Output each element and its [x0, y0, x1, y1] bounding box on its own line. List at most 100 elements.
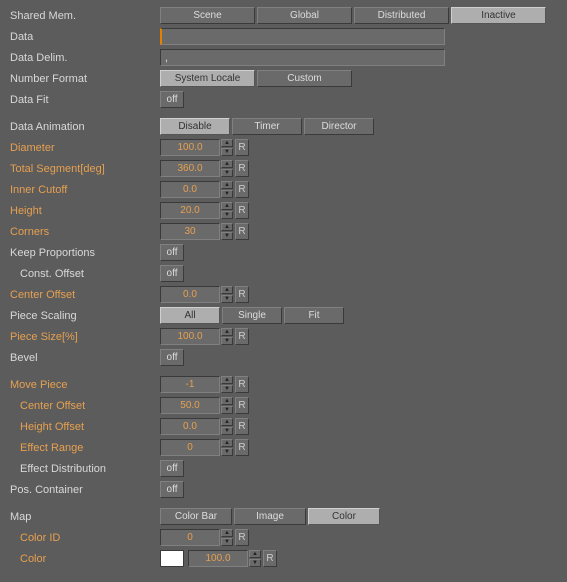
height-value[interactable]: 20.0 [160, 202, 220, 219]
mp-center-offset-label: Center Offset [10, 400, 160, 412]
data-fit-toggle[interactable]: off [160, 91, 184, 108]
height-reset[interactable]: R [235, 202, 249, 219]
shared-mem-distributed[interactable]: Distributed [354, 7, 449, 24]
pos-container-label: Pos. Container [10, 484, 160, 496]
piece-scaling-label: Piece Scaling [10, 310, 160, 322]
const-offset-label: Const. Offset [10, 268, 160, 280]
mp-height-offset-up[interactable]: ▲ [221, 418, 233, 426]
diameter-reset[interactable]: R [235, 139, 249, 156]
color-down[interactable]: ▼ [249, 559, 261, 567]
mp-effect-dist-toggle[interactable]: off [160, 460, 184, 477]
corners-label: Corners [10, 226, 160, 238]
inner-cutoff-value[interactable]: 0.0 [160, 181, 220, 198]
height-label: Height [10, 205, 160, 217]
inner-cutoff-down[interactable]: ▼ [221, 190, 233, 198]
keep-proportions-toggle[interactable]: off [160, 244, 184, 261]
bevel-label: Bevel [10, 352, 160, 364]
data-animation-disable[interactable]: Disable [160, 118, 230, 135]
piece-size-label: Piece Size[%] [10, 331, 160, 343]
mp-height-offset-reset[interactable]: R [235, 418, 249, 435]
mp-center-offset-down[interactable]: ▼ [221, 406, 233, 414]
mp-center-offset-reset[interactable]: R [235, 397, 249, 414]
color-value[interactable]: 100.0 [188, 550, 248, 567]
inner-cutoff-up[interactable]: ▲ [221, 181, 233, 189]
move-piece-reset[interactable]: R [235, 376, 249, 393]
color-id-value[interactable]: 0 [160, 529, 220, 546]
color-up[interactable]: ▲ [249, 550, 261, 558]
color-id-up[interactable]: ▲ [221, 529, 233, 537]
piece-size-down[interactable]: ▼ [221, 337, 233, 345]
move-piece-up[interactable]: ▲ [221, 376, 233, 384]
move-piece-value[interactable]: -1 [160, 376, 220, 393]
piece-scaling-single[interactable]: Single [222, 307, 282, 324]
diameter-value[interactable]: 100.0 [160, 139, 220, 156]
data-fit-label: Data Fit [10, 94, 160, 106]
map-color[interactable]: Color [308, 508, 380, 525]
center-offset-down[interactable]: ▼ [221, 295, 233, 303]
data-delim-input[interactable] [160, 49, 445, 66]
map-label: Map [10, 511, 160, 523]
mp-effect-dist-label: Effect Distribution [10, 463, 160, 475]
corners-value[interactable]: 30 [160, 223, 220, 240]
total-segment-value[interactable]: 360.0 [160, 160, 220, 177]
color-label: Color [10, 553, 160, 565]
height-up[interactable]: ▲ [221, 202, 233, 210]
data-animation-director[interactable]: Director [304, 118, 374, 135]
shared-mem-inactive[interactable]: Inactive [451, 7, 546, 24]
height-down[interactable]: ▼ [221, 211, 233, 219]
number-format-custom[interactable]: Custom [257, 70, 352, 87]
data-delim-label: Data Delim. [10, 52, 160, 64]
piece-scaling-fit[interactable]: Fit [284, 307, 344, 324]
data-animation-timer[interactable]: Timer [232, 118, 302, 135]
corners-down[interactable]: ▼ [221, 232, 233, 240]
mp-effect-range-up[interactable]: ▲ [221, 439, 233, 447]
color-id-down[interactable]: ▼ [221, 538, 233, 546]
keep-proportions-label: Keep Proportions [10, 247, 160, 259]
corners-up[interactable]: ▲ [221, 223, 233, 231]
pos-container-toggle[interactable]: off [160, 481, 184, 498]
color-swatch[interactable] [160, 550, 184, 567]
number-format-label: Number Format [10, 73, 160, 85]
mp-effect-range-value[interactable]: 0 [160, 439, 220, 456]
center-offset-label: Center Offset [10, 289, 160, 301]
center-offset-value[interactable]: 0.0 [160, 286, 220, 303]
center-offset-reset[interactable]: R [235, 286, 249, 303]
bevel-toggle[interactable]: off [160, 349, 184, 366]
mp-effect-range-reset[interactable]: R [235, 439, 249, 456]
total-segment-reset[interactable]: R [235, 160, 249, 177]
piece-size-value[interactable]: 100.0 [160, 328, 220, 345]
move-piece-down[interactable]: ▼ [221, 385, 233, 393]
color-id-label: Color ID [10, 532, 160, 544]
total-segment-up[interactable]: ▲ [221, 160, 233, 168]
number-format-system-locale[interactable]: System Locale [160, 70, 255, 87]
inner-cutoff-label: Inner Cutoff [10, 184, 160, 196]
piece-size-up[interactable]: ▲ [221, 328, 233, 336]
piece-scaling-all[interactable]: All [160, 307, 220, 324]
map-image[interactable]: Image [234, 508, 306, 525]
mp-center-offset-up[interactable]: ▲ [221, 397, 233, 405]
mp-height-offset-down[interactable]: ▼ [221, 427, 233, 435]
mp-height-offset-label: Height Offset [10, 421, 160, 433]
color-id-reset[interactable]: R [235, 529, 249, 546]
diameter-down[interactable]: ▼ [221, 148, 233, 156]
diameter-up[interactable]: ▲ [221, 139, 233, 147]
diameter-label: Diameter [10, 142, 160, 154]
total-segment-down[interactable]: ▼ [221, 169, 233, 177]
mp-effect-range-down[interactable]: ▼ [221, 448, 233, 456]
diameter-spinner: 100.0 ▲ ▼ R [160, 139, 249, 156]
mp-center-offset-value[interactable]: 50.0 [160, 397, 220, 414]
const-offset-toggle[interactable]: off [160, 265, 184, 282]
map-color-bar[interactable]: Color Bar [160, 508, 232, 525]
data-input[interactable] [160, 28, 445, 45]
shared-mem-label: Shared Mem. [10, 10, 160, 22]
shared-mem-global[interactable]: Global [257, 7, 352, 24]
mp-height-offset-value[interactable]: 0.0 [160, 418, 220, 435]
corners-reset[interactable]: R [235, 223, 249, 240]
center-offset-up[interactable]: ▲ [221, 286, 233, 294]
inner-cutoff-reset[interactable]: R [235, 181, 249, 198]
piece-size-reset[interactable]: R [235, 328, 249, 345]
total-segment-label: Total Segment[deg] [10, 163, 160, 175]
color-reset[interactable]: R [263, 550, 277, 567]
move-piece-label: Move Piece [10, 379, 160, 391]
shared-mem-scene[interactable]: Scene [160, 7, 255, 24]
